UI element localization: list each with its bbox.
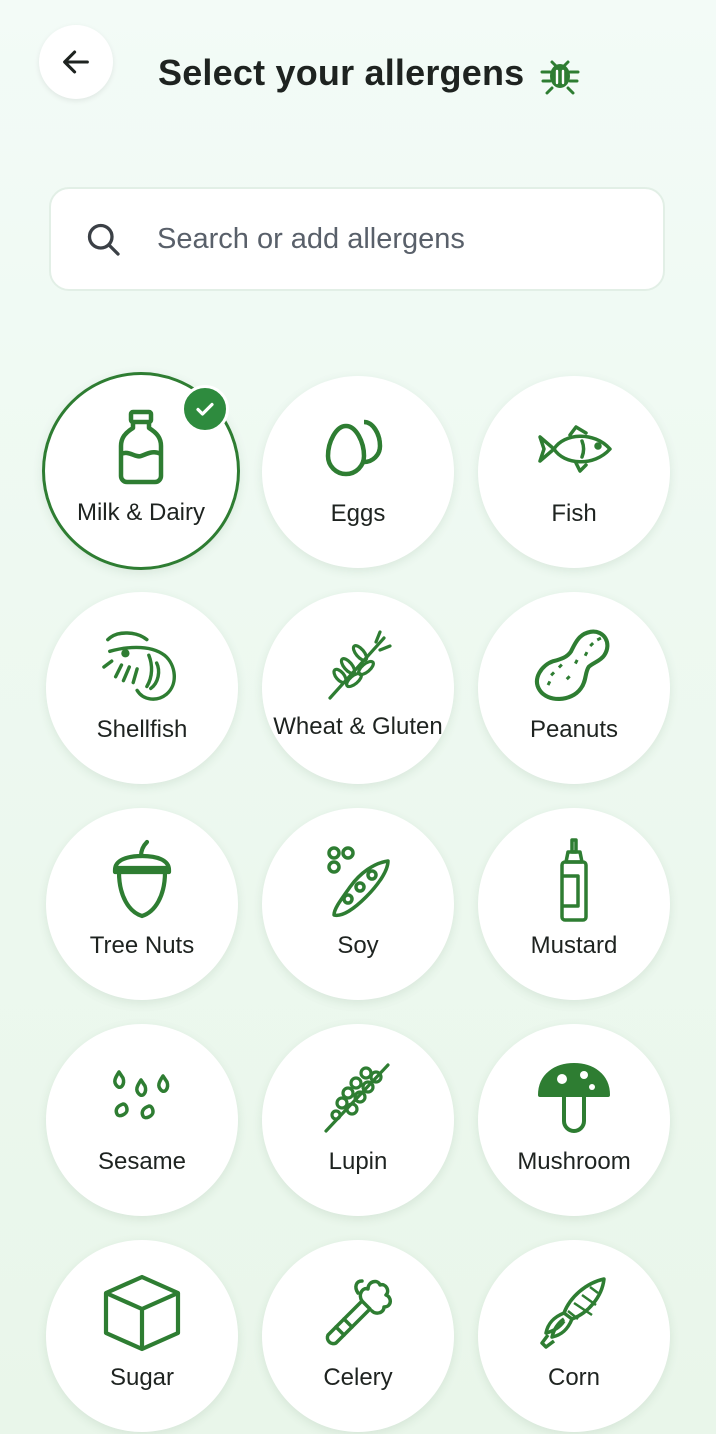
allergen-label: Corn [547,1364,601,1391]
allergen-mushroom[interactable]: Mushroom [478,1024,670,1216]
allergen-grid: Milk & Dairy Eggs Fish Shellfish Wheat &… [0,0,716,1434]
allergen-mustard[interactable]: Mustard [478,808,670,1000]
allergen-soy[interactable]: Soy [262,808,454,1000]
corn-icon [532,1271,616,1355]
sesame-seeds-icon [100,1055,184,1139]
checkmark-icon [196,402,214,416]
allergen-label: Celery [323,1364,393,1391]
acorn-icon [100,839,184,923]
allergen-label: Mushroom [517,1148,631,1175]
wheat-icon [316,626,400,710]
celery-icon [316,1271,400,1355]
allergen-lupin[interactable]: Lupin [262,1024,454,1216]
fish-icon [532,407,616,491]
milk-bottle-icon [99,406,183,490]
allergen-label: Sugar [109,1364,175,1391]
allergen-corn[interactable]: Corn [478,1240,670,1432]
soybean-icon [316,839,400,923]
allergen-label: Milk & Dairy [76,499,205,526]
allergen-label: Eggs [330,500,386,527]
allergen-label: Mustard [530,932,618,959]
allergen-label: Soy [337,932,379,959]
allergen-label: Shellfish [96,716,188,743]
sugar-cube-icon [100,1271,184,1355]
allergen-label: Wheat & Gluten [273,713,443,740]
shrimp-icon [100,623,184,707]
allergen-label: Peanuts [529,716,619,743]
peanut-icon [532,623,616,707]
allergen-label: Tree Nuts [89,932,195,959]
mustard-bottle-icon [532,838,616,923]
allergen-label: Fish [551,500,597,527]
allergen-sugar[interactable]: Sugar [46,1240,238,1432]
allergen-tree-nuts[interactable]: Tree Nuts [46,808,238,1000]
allergen-label: Sesame [97,1148,187,1175]
allergen-eggs[interactable]: Eggs [262,376,454,568]
allergen-label: Lupin [328,1148,388,1175]
allergen-milk-dairy[interactable]: Milk & Dairy [42,372,240,570]
allergen-peanuts[interactable]: Peanuts [478,592,670,784]
allergen-celery[interactable]: Celery [262,1240,454,1432]
allergen-shellfish[interactable]: Shellfish [46,592,238,784]
lupin-icon [316,1055,400,1139]
eggs-icon [316,407,400,491]
mushroom-icon [532,1055,616,1139]
allergen-sesame[interactable]: Sesame [46,1024,238,1216]
allergen-fish[interactable]: Fish [478,376,670,568]
selected-check-badge [181,385,229,433]
allergen-wheat-gluten[interactable]: Wheat & Gluten [262,592,454,784]
